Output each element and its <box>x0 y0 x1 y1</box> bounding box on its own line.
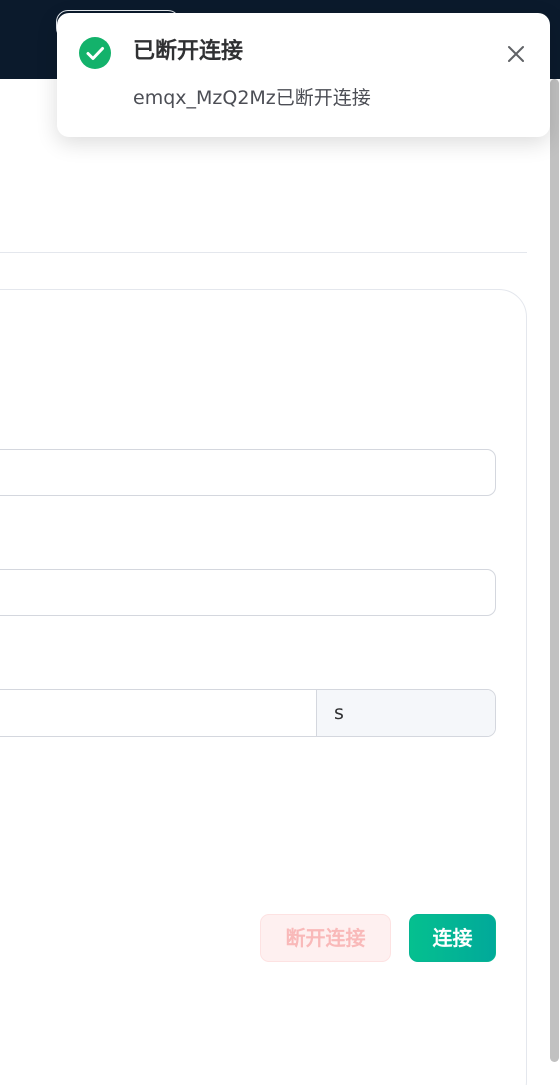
check-circle-icon <box>79 37 111 69</box>
interval-unit-suffix: s <box>316 690 495 736</box>
app-window: s 断开连接 连接 已断开连接 emqx_MzQ2Mz已断开连接 <box>0 0 560 1085</box>
close-icon[interactable] <box>503 41 529 67</box>
connect-button[interactable]: 连接 <box>409 914 496 962</box>
disconnect-button[interactable]: 断开连接 <box>260 914 391 962</box>
toast-message: emqx_MzQ2Mz已断开连接 <box>133 87 371 109</box>
notification-toast: 已断开连接 emqx_MzQ2Mz已断开连接 <box>57 13 550 137</box>
scrollbar-thumb[interactable] <box>550 79 559 1062</box>
connection-form-card <box>0 289 527 1085</box>
form-input-2[interactable] <box>0 569 496 616</box>
toast-title: 已断开连接 <box>133 39 244 64</box>
form-input-1[interactable] <box>0 449 496 496</box>
interval-input-group: s <box>0 689 496 737</box>
interval-input[interactable] <box>0 690 316 736</box>
section-divider <box>0 252 527 253</box>
